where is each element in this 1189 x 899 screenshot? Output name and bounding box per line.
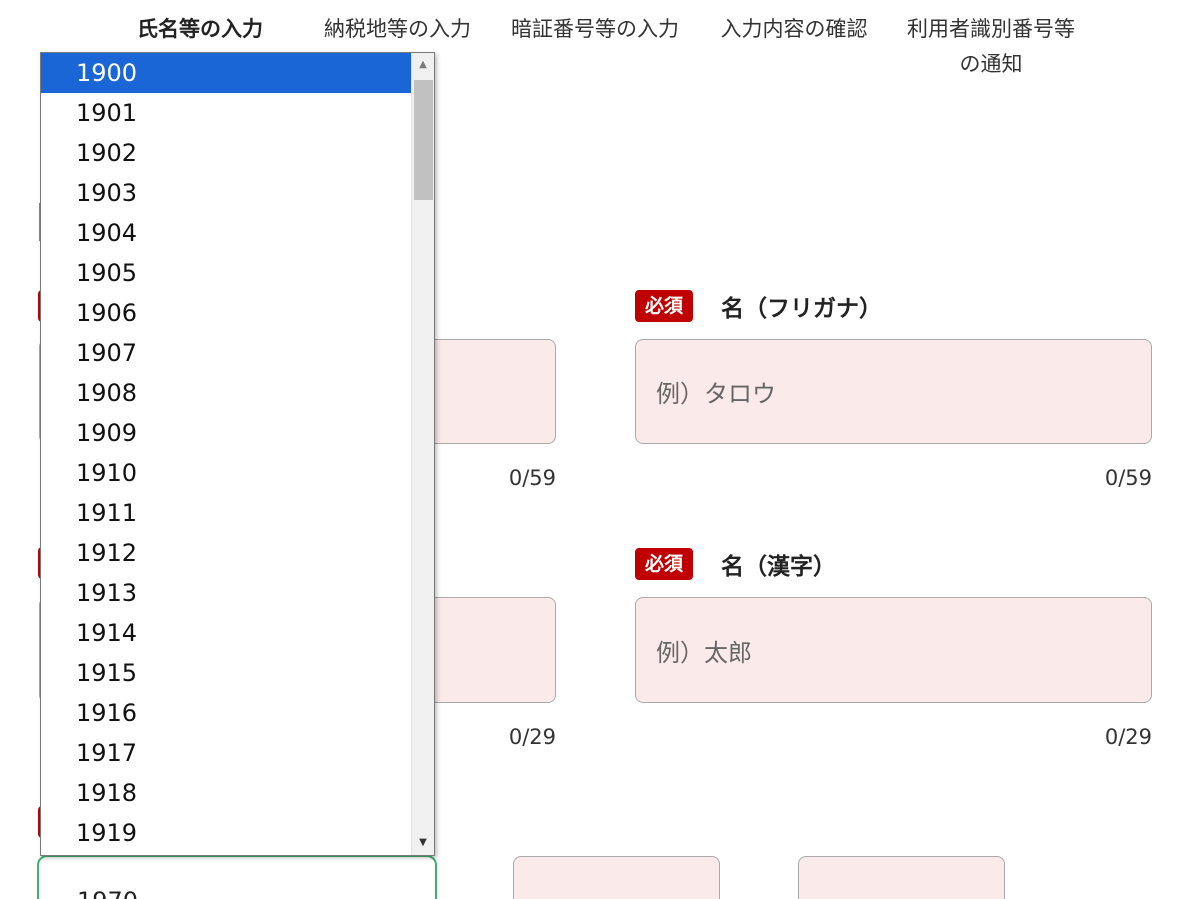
year-option[interactable]: 1912 <box>41 533 411 573</box>
first-name-kana-counter: 0/59 <box>1104 466 1152 490</box>
birth-year-select[interactable]: 1970 <box>37 855 437 899</box>
scroll-up-arrow-icon[interactable]: ▲ <box>412 55 434 75</box>
first-name-kana-label-row: 必須 名（フリガナ） <box>635 289 882 323</box>
year-option[interactable]: 1908 <box>41 373 411 413</box>
last-name-kana-counter: 0/59 <box>508 466 556 490</box>
birth-year-options: 1900 1901 1902 1903 1904 1905 1906 1907 1908 1909… <box>41 53 411 855</box>
year-option[interactable]: 1907 <box>41 333 411 373</box>
required-badge: 必須 <box>635 290 694 322</box>
year-option[interactable]: 1902 <box>41 133 411 173</box>
year-option[interactable]: 1916 <box>41 693 411 733</box>
birth-year-value: 1970 <box>77 887 138 899</box>
year-option[interactable]: 1901 <box>41 93 411 133</box>
year-option[interactable]: 1915 <box>41 653 411 693</box>
year-option[interactable]: 1903 <box>41 173 411 213</box>
first-name-kanji-label: 名（漢字） <box>721 554 837 580</box>
step-name-input: 氏名等の入力 <box>137 17 263 41</box>
year-option[interactable]: 1919 <box>41 813 411 853</box>
dropdown-scrollbar[interactable]: ▲ ▼ <box>411 53 434 855</box>
page: 氏名等の入力 納税地等の入力 暗証番号等の入力 入力内容の確認 利用者識別番号等… <box>0 0 1189 899</box>
first-name-kanji-counter: 0/29 <box>1104 725 1152 749</box>
year-option[interactable]: 1910 <box>41 453 411 493</box>
year-option[interactable]: 1904 <box>41 213 411 253</box>
year-option[interactable]: 1911 <box>41 493 411 533</box>
step-notification: 利用者識別番号等の通知 <box>907 17 1075 76</box>
birth-year-dropdown[interactable]: 1900 1901 1902 1903 1904 1905 1906 1907 1908 1909… <box>40 52 435 856</box>
year-option[interactable]: 1905 <box>41 253 411 293</box>
step-address-input: 納税地等の入力 <box>324 17 471 41</box>
scrollbar-thumb[interactable] <box>414 80 433 200</box>
year-option[interactable]: 1900 <box>41 53 411 93</box>
year-option[interactable]: 1906 <box>41 293 411 333</box>
year-option[interactable]: 1917 <box>41 733 411 773</box>
first-name-kana-label: 名（フリガナ） <box>721 296 883 322</box>
first-name-kanji-placeholder: 例）太郎 <box>656 638 752 667</box>
year-option[interactable]: 1909 <box>41 413 411 453</box>
first-name-kana-input[interactable]: 例）タロウ <box>635 339 1152 444</box>
year-option[interactable]: 1913 <box>41 573 411 613</box>
scroll-down-arrow-icon[interactable]: ▼ <box>412 833 434 853</box>
birth-day-select[interactable] <box>798 856 1005 899</box>
step-confirm: 入力内容の確認 <box>720 17 868 41</box>
birth-month-select[interactable] <box>513 856 720 899</box>
year-option[interactable]: 1918 <box>41 773 411 813</box>
year-option[interactable]: 1914 <box>41 613 411 653</box>
first-name-kana-placeholder: 例）タロウ <box>656 380 776 408</box>
step-pin-input: 暗証番号等の入力 <box>511 17 679 41</box>
required-badge: 必須 <box>635 548 694 580</box>
last-name-kanji-counter: 0/29 <box>508 725 556 749</box>
first-name-kanji-label-row: 必須 名（漢字） <box>635 547 836 581</box>
first-name-kanji-input[interactable]: 例）太郎 <box>635 597 1152 703</box>
